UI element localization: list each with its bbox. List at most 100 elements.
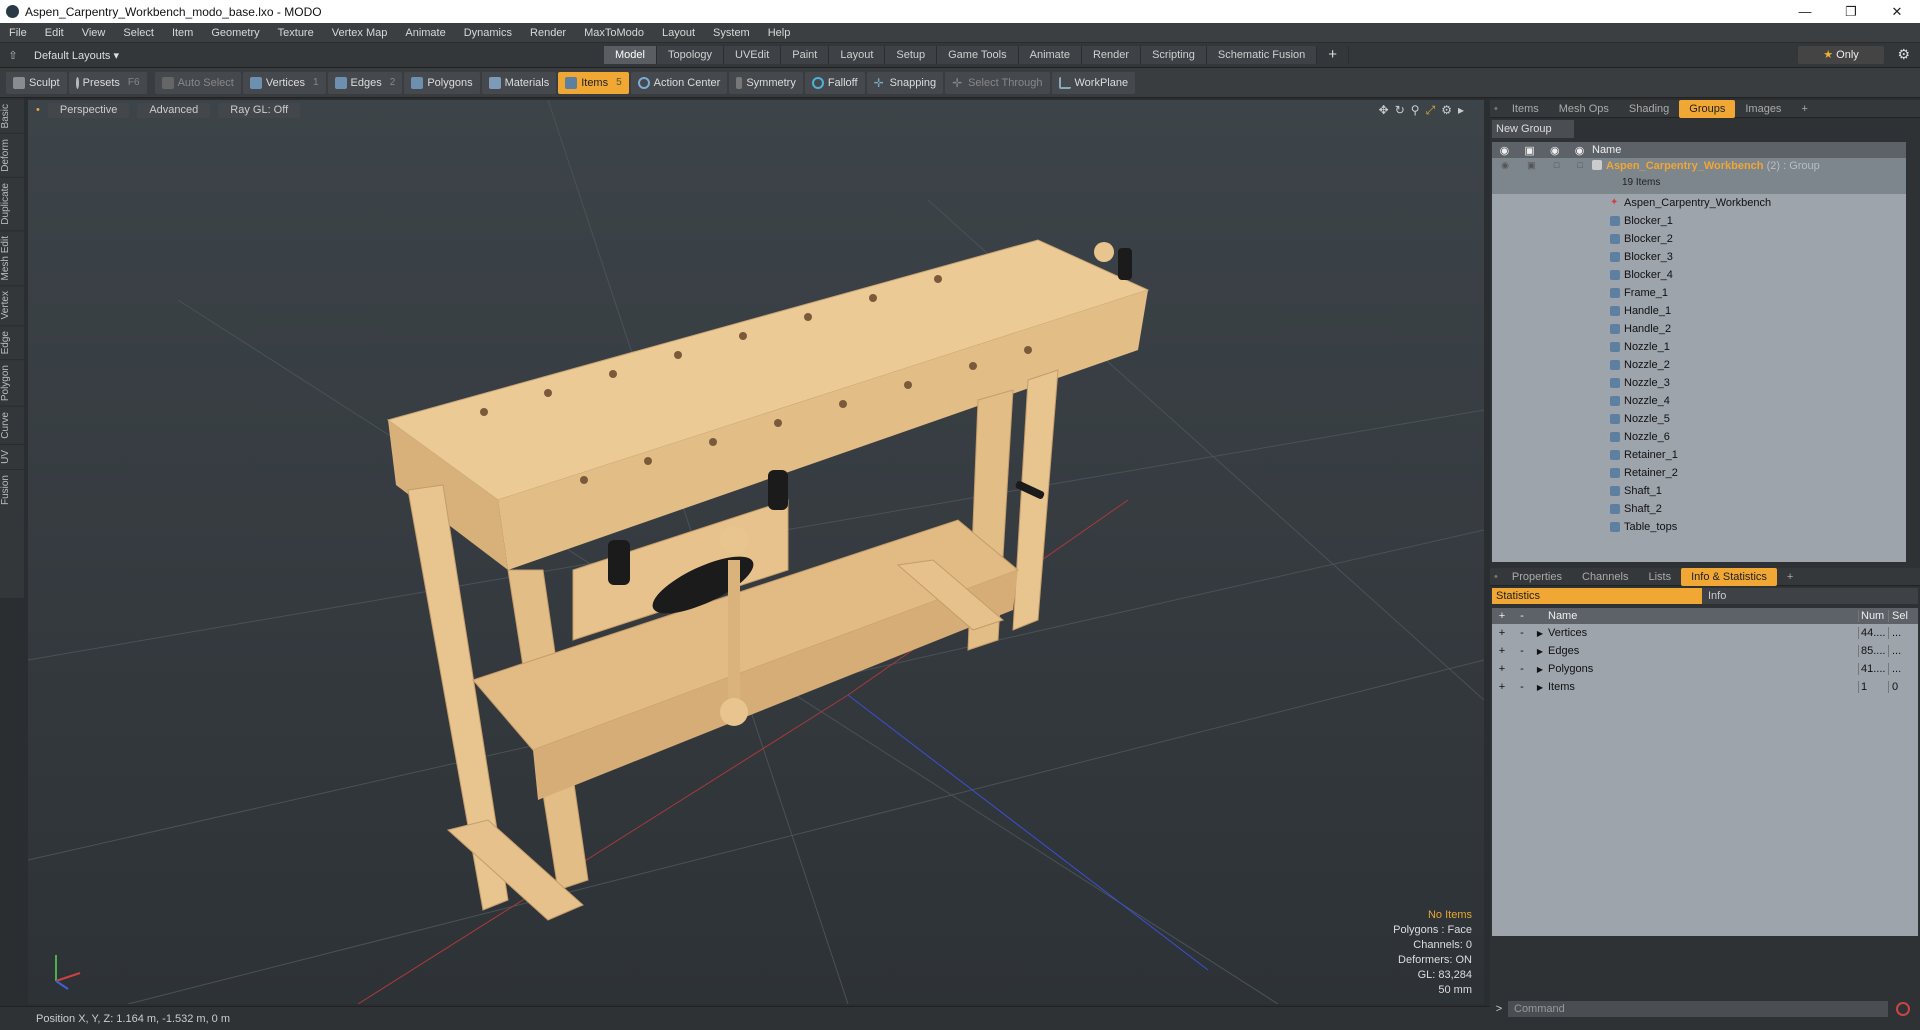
tab-edge[interactable]: Edge <box>0 324 24 360</box>
select-icon[interactable]: ◉ <box>1575 144 1585 157</box>
maximize-button[interactable]: ❐ <box>1828 0 1874 23</box>
lock-icon[interactable]: ▣ <box>1524 144 1534 157</box>
new-group-button[interactable]: New Group <box>1492 120 1574 138</box>
menu-item[interactable]: Item <box>163 27 202 39</box>
expand-plus-button[interactable]: + <box>1492 645 1512 657</box>
tab-mesh-ops[interactable]: Mesh Ops <box>1549 100 1619 118</box>
symmetry-button[interactable]: Symmetry <box>729 71 803 94</box>
select-through-button[interactable]: ✛ Select Through <box>945 71 1050 94</box>
action-center-button[interactable]: Action Center <box>630 71 728 94</box>
tab-model[interactable]: Model <box>604 46 657 64</box>
layout-dropdown[interactable]: Default Layouts ▾ <box>34 49 604 62</box>
list-item[interactable]: Retainer_2 <box>1492 464 1906 482</box>
tab-deform[interactable]: Deform <box>0 133 24 178</box>
tab-setup[interactable]: Setup <box>885 46 938 64</box>
tab-paint[interactable]: Paint <box>781 46 830 64</box>
rotate-icon[interactable]: ↻ <box>1395 103 1405 118</box>
auto-select-button[interactable]: Auto Select <box>154 71 241 94</box>
edges-button[interactable]: Edges 2 <box>327 71 403 94</box>
list-item[interactable]: Nozzle_3 <box>1492 374 1906 392</box>
materials-button[interactable]: Materials <box>481 71 557 94</box>
3d-viewport[interactable]: • Perspective Advanced Ray GL: Off ✥ ↻ ⚲… <box>28 100 1484 1004</box>
disclosure-triangle-icon[interactable]: ▶ <box>1532 647 1548 656</box>
add-tab-button[interactable]: + <box>1317 46 1350 64</box>
table-row[interactable]: + - ▶ Items 1 0 <box>1492 678 1918 696</box>
presets-button[interactable]: Presets F6 <box>68 71 147 94</box>
menu-render[interactable]: Render <box>521 27 575 39</box>
tab-schematic-fusion[interactable]: Schematic Fusion <box>1206 46 1318 64</box>
workplane-button[interactable]: WorkPlane <box>1051 71 1136 94</box>
list-item[interactable]: Retainer_1 <box>1492 446 1906 464</box>
raygl-toggle[interactable]: Ray GL: Off <box>218 102 301 118</box>
menu-dynamics[interactable]: Dynamics <box>455 27 521 39</box>
settings-icon[interactable]: ⚙ <box>1441 103 1452 118</box>
menu-select[interactable]: Select <box>114 27 163 39</box>
tab-uvedit[interactable]: UVEdit <box>724 46 782 64</box>
list-item[interactable]: Shaft_1 <box>1492 482 1906 500</box>
list-item[interactable]: Blocker_4 <box>1492 266 1906 284</box>
tab-info-statistics[interactable]: Info & Statistics <box>1681 567 1777 586</box>
list-item[interactable]: Table_tops <box>1492 518 1906 536</box>
falloff-button[interactable]: Falloff <box>804 71 865 94</box>
list-item[interactable]: Nozzle_6 <box>1492 428 1906 446</box>
menu-geometry[interactable]: Geometry <box>202 27 268 39</box>
tab-mesh-edit[interactable]: Mesh Edit <box>0 229 24 286</box>
view-type-dropdown[interactable]: Perspective <box>47 102 130 118</box>
tab-curve[interactable]: Curve <box>0 406 24 444</box>
record-icon[interactable] <box>1896 1002 1910 1016</box>
menu-maxtomodo[interactable]: MaxToModo <box>575 27 653 39</box>
table-row[interactable]: + - ▶ Edges 85....... <box>1492 642 1918 660</box>
tab-shading[interactable]: Shading <box>1619 100 1679 118</box>
tab-statistics[interactable]: Statistics <box>1492 588 1702 604</box>
panel-menu-icon[interactable]: • <box>1490 100 1502 118</box>
tab-polygon[interactable]: Polygon <box>0 359 24 407</box>
tab-channels[interactable]: Channels <box>1572 568 1638 586</box>
menu-edit[interactable]: Edit <box>36 27 73 39</box>
group-row[interactable]: ◉ ▣ □ □ Aspen_Carpentry_Workbench (2) : Gro… <box>1492 158 1906 194</box>
list-item[interactable]: Nozzle_1 <box>1492 338 1906 356</box>
render-icon[interactable]: ◉ <box>1550 144 1560 157</box>
menu-file[interactable]: File <box>0 27 36 39</box>
list-item[interactable]: Handle_2 <box>1492 320 1906 338</box>
expand-icon[interactable]: ▸ <box>1458 103 1464 118</box>
collapse-minus-button[interactable]: - <box>1512 681 1532 693</box>
tab-layout[interactable]: Layout <box>829 46 886 64</box>
collapse-icon[interactable]: ⇧ <box>0 49 26 62</box>
disclosure-triangle-icon[interactable]: ▶ <box>1532 683 1548 692</box>
tab-animate[interactable]: Animate <box>1018 46 1082 64</box>
disclosure-triangle-icon[interactable]: ▶ <box>1532 629 1548 638</box>
menu-system[interactable]: System <box>704 27 759 39</box>
tab-items[interactable]: Items <box>1502 100 1549 118</box>
table-row[interactable]: + - ▶ Vertices 44....... <box>1492 624 1918 642</box>
add-panel-tab-icon-2[interactable]: + <box>1777 568 1803 586</box>
menu-help[interactable]: Help <box>759 27 800 39</box>
list-item[interactable]: Blocker_1 <box>1492 212 1906 230</box>
collapse-minus-button[interactable]: - <box>1512 663 1532 675</box>
list-item[interactable]: Shaft_2 <box>1492 500 1906 518</box>
tab-uv[interactable]: UV <box>0 443 24 469</box>
list-item[interactable]: Nozzle_4 <box>1492 392 1906 410</box>
tab-images[interactable]: Images <box>1735 100 1791 118</box>
expand-plus-button[interactable]: + <box>1492 681 1512 693</box>
close-button[interactable]: ✕ <box>1874 0 1920 23</box>
eye-icon[interactable]: ◉ <box>1500 144 1510 157</box>
list-item[interactable]: Nozzle_2 <box>1492 356 1906 374</box>
menu-animate[interactable]: Animate <box>396 27 454 39</box>
tab-vertex[interactable]: Vertex <box>0 285 24 325</box>
collapse-minus-button[interactable]: - <box>1512 645 1532 657</box>
add-panel-tab-icon[interactable]: + <box>1791 100 1817 118</box>
only-toggle[interactable]: ★ Only <box>1798 46 1884 64</box>
list-item[interactable]: Handle_1 <box>1492 302 1906 320</box>
sculpt-button[interactable]: Sculpt <box>6 71 67 94</box>
tab-basic[interactable]: Basic <box>0 98 24 134</box>
expand-plus-button[interactable]: + <box>1492 663 1512 675</box>
snapping-button[interactable]: ✛ Snapping <box>866 71 944 94</box>
tab-render[interactable]: Render <box>1081 46 1142 64</box>
tab-scripting[interactable]: Scripting <box>1141 46 1207 64</box>
tab-topology[interactable]: Topology <box>656 46 725 64</box>
polygons-button[interactable]: Polygons <box>404 71 480 94</box>
panel-menu-icon-2[interactable]: • <box>1490 568 1502 586</box>
minimize-button[interactable]: — <box>1782 0 1828 23</box>
expand-plus-button[interactable]: + <box>1492 627 1512 639</box>
viewport-menu-dot[interactable]: • <box>36 103 40 118</box>
